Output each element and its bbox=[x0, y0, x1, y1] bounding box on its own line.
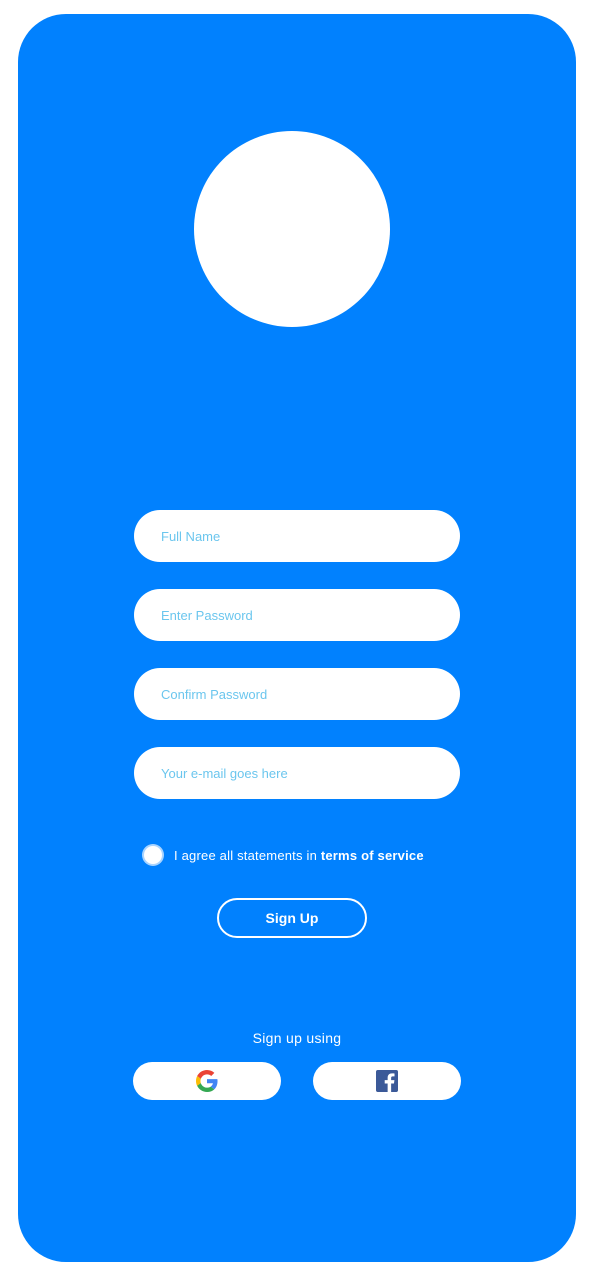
sign-up-using-label: Sign up using bbox=[252, 1030, 342, 1046]
facebook-icon bbox=[376, 1070, 398, 1092]
email-input[interactable] bbox=[161, 747, 460, 799]
full-name-input[interactable] bbox=[161, 510, 460, 562]
signup-card: I agree all statements in terms of servi… bbox=[18, 14, 576, 1262]
agreement-row: I agree all statements in terms of servi… bbox=[144, 846, 424, 864]
agreement-label: I agree all statements in bbox=[174, 847, 321, 863]
terms-of-service-link[interactable]: terms of service bbox=[321, 848, 424, 863]
google-signup-button[interactable] bbox=[133, 1062, 281, 1100]
confirm-password-field[interactable] bbox=[134, 668, 460, 720]
avatar bbox=[194, 131, 390, 327]
password-field[interactable] bbox=[134, 589, 460, 641]
password-input[interactable] bbox=[161, 589, 460, 641]
sign-up-button[interactable]: Sign Up bbox=[217, 898, 367, 938]
agree-radio[interactable] bbox=[144, 846, 162, 864]
confirm-password-input[interactable] bbox=[161, 668, 460, 720]
facebook-signup-button[interactable] bbox=[313, 1062, 461, 1100]
full-name-field[interactable] bbox=[134, 510, 460, 562]
agreement-text: I agree all statements in terms of servi… bbox=[174, 848, 424, 863]
google-icon bbox=[196, 1070, 218, 1092]
email-field[interactable] bbox=[134, 747, 460, 799]
